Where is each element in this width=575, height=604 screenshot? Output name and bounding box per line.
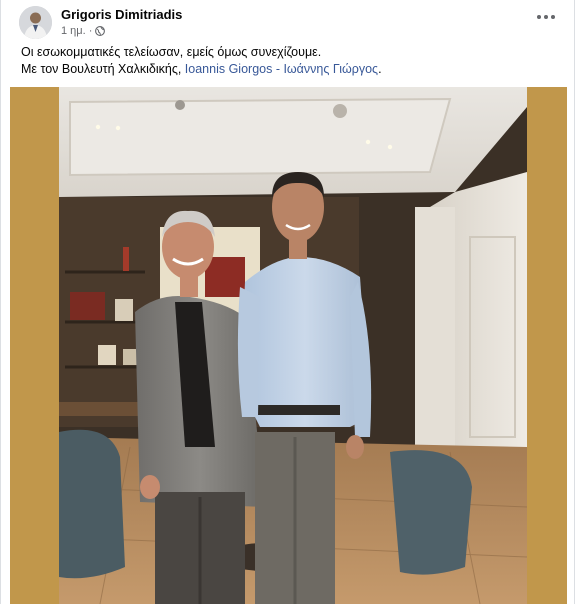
meta-separator: · [88, 25, 93, 37]
author-name[interactable]: Grigoris Dimitriadis [61, 7, 182, 22]
post-text-prefix: Με τον Βουλευτή Χαλκιδικής, [21, 62, 185, 76]
post-meta: 1 ημ. · [61, 25, 106, 37]
post-header: Grigoris Dimitriadis 1 ημ. · [19, 6, 559, 40]
author-avatar[interactable] [19, 6, 52, 39]
post-text-line2: Με τον Βουλευτή Χαλκιδικής, Ioannis Gior… [21, 61, 561, 78]
post-text: Οι εσωκομματικές τελείωσαν, εμείς όμως σ… [21, 44, 561, 78]
post-photo[interactable] [10, 87, 567, 604]
post-text-suffix: . [378, 62, 382, 76]
globe-icon [95, 26, 106, 36]
mention-link[interactable]: Ioannis Giorgos - Ιωάννης Γιώργος [185, 62, 378, 76]
post-time[interactable]: 1 ημ. [61, 25, 86, 37]
post-card: Grigoris Dimitriadis 1 ημ. · Οι εσωκομμα… [0, 0, 575, 604]
post-text-line1: Οι εσωκομματικές τελείωσαν, εμείς όμως σ… [21, 45, 322, 59]
more-options-icon[interactable] [531, 6, 561, 28]
